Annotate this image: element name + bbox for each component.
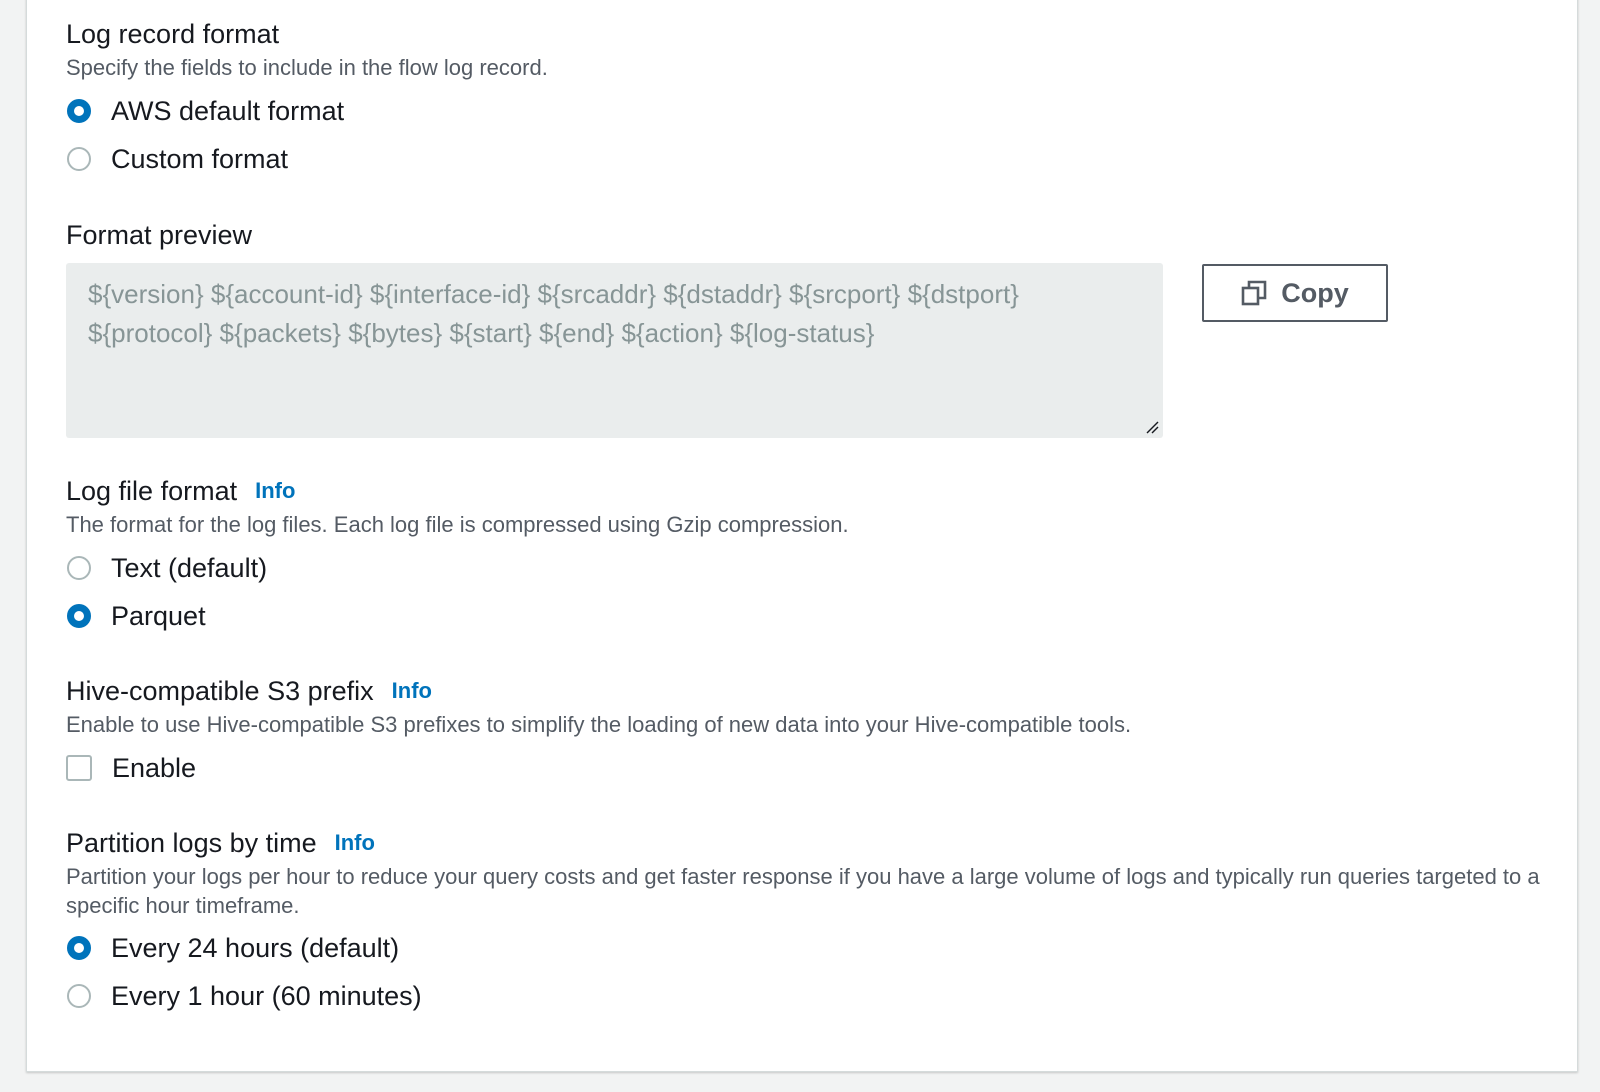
log-file-format-heading: Log file format Info bbox=[66, 474, 295, 508]
radio-every-1-hour[interactable]: Every 1 hour (60 minutes) bbox=[67, 979, 422, 1013]
hive-prefix-title: Hive-compatible S3 prefix bbox=[66, 676, 374, 706]
radio-button-selected[interactable] bbox=[67, 99, 91, 123]
partition-description: Partition your logs per hour to reduce y… bbox=[66, 864, 1540, 918]
radio-button-selected[interactable] bbox=[67, 936, 91, 960]
radio-button[interactable] bbox=[67, 556, 91, 580]
radio-parquet[interactable]: Parquet bbox=[67, 599, 206, 633]
radio-button[interactable] bbox=[67, 147, 91, 171]
radio-button[interactable] bbox=[67, 984, 91, 1008]
radio-every-24-hours[interactable]: Every 24 hours (default) bbox=[67, 931, 399, 965]
format-preview-title: Format preview bbox=[66, 220, 253, 250]
radio-text-default[interactable]: Text (default) bbox=[67, 551, 267, 585]
radio-label: Parquet bbox=[111, 601, 206, 631]
radio-custom-format[interactable]: Custom format bbox=[67, 142, 288, 176]
log-file-format-title: Log file format bbox=[66, 476, 238, 506]
radio-label: Every 1 hour (60 minutes) bbox=[111, 981, 422, 1011]
radio-label: AWS default format bbox=[111, 96, 345, 126]
flow-log-settings-panel: Log record format Specify the fields to … bbox=[26, 0, 1578, 1072]
partition-title: Partition logs by time bbox=[66, 828, 317, 858]
radio-label: Custom format bbox=[111, 144, 289, 174]
checkbox[interactable] bbox=[66, 755, 92, 781]
log-record-format-description: Specify the fields to include in the flo… bbox=[66, 55, 548, 80]
checkbox-label: Enable bbox=[112, 753, 197, 783]
format-preview-textarea[interactable]: ${version} ${account-id} ${interface-id}… bbox=[66, 263, 1163, 438]
radio-label: Every 24 hours (default) bbox=[111, 933, 400, 963]
copy-button[interactable]: Copy bbox=[1202, 264, 1388, 322]
radio-label: Text (default) bbox=[111, 553, 268, 583]
copy-button-label: Copy bbox=[1281, 277, 1349, 308]
partition-heading: Partition logs by time Info bbox=[66, 826, 375, 860]
resize-handle-icon[interactable] bbox=[1145, 420, 1159, 434]
format-preview-text: ${version} ${account-id} ${interface-id}… bbox=[88, 279, 1019, 348]
info-link[interactable]: Info bbox=[255, 478, 295, 503]
log-record-format-title: Log record format bbox=[66, 19, 280, 49]
info-link[interactable]: Info bbox=[335, 830, 375, 855]
info-link[interactable]: Info bbox=[392, 678, 432, 703]
log-file-format-description: The format for the log files. Each log f… bbox=[66, 512, 849, 537]
checkbox-enable-hive[interactable]: Enable bbox=[66, 751, 196, 785]
hive-prefix-description: Enable to use Hive-compatible S3 prefixe… bbox=[66, 712, 1132, 737]
radio-aws-default-format[interactable]: AWS default format bbox=[67, 94, 344, 128]
hive-prefix-heading: Hive-compatible S3 prefix Info bbox=[66, 674, 432, 708]
copy-icon bbox=[1241, 280, 1267, 306]
radio-button-selected[interactable] bbox=[67, 604, 91, 628]
